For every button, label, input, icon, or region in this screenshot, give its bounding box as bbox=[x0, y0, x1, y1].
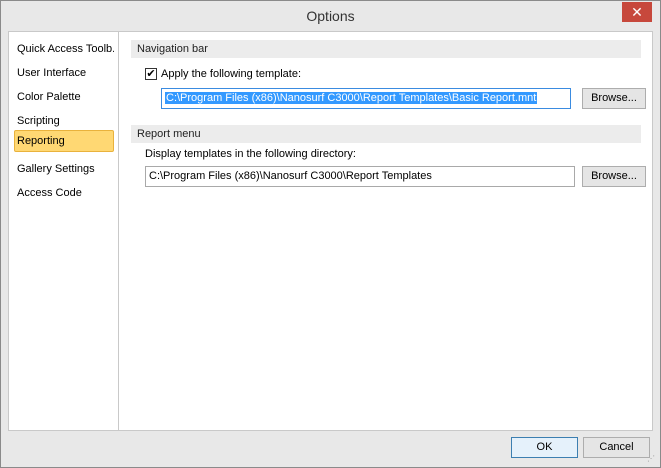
close-button[interactable]: ✕ bbox=[622, 2, 652, 22]
sidebar-item-user-interface[interactable]: User Interface bbox=[14, 62, 114, 84]
sidebar-item-gallery-settings[interactable]: Gallery Settings bbox=[14, 158, 114, 180]
checkmark-icon: ✔ bbox=[146, 68, 156, 80]
options-dialog: Options ✕ Quick Access Toolb... User Int… bbox=[0, 0, 661, 468]
sidebar-item-access-code[interactable]: Access Code bbox=[14, 182, 114, 204]
resize-grip-icon[interactable]: ⋰ bbox=[647, 454, 657, 464]
dialog-footer: OK Cancel ⋰ bbox=[1, 432, 660, 467]
cancel-button[interactable]: Cancel bbox=[583, 437, 650, 458]
template-path-field[interactable]: C:\Program Files (x86)\Nanosurf C3000\Re… bbox=[161, 88, 571, 109]
apply-template-checkbox[interactable]: ✔ bbox=[145, 68, 157, 80]
dialog-body: Quick Access Toolb... User Interface Col… bbox=[8, 31, 653, 431]
reporting-settings-panel: Navigation bar ✔ Apply the following tem… bbox=[121, 32, 652, 430]
sidebar-item-scripting[interactable]: Scripting bbox=[14, 110, 114, 132]
sidebar-item-reporting[interactable]: Reporting bbox=[14, 130, 114, 152]
directory-label: Display templates in the following direc… bbox=[145, 148, 356, 160]
ok-button[interactable]: OK bbox=[511, 437, 578, 458]
templates-directory-field[interactable]: C:\Program Files (x86)\Nanosurf C3000\Re… bbox=[145, 166, 575, 187]
window-title: Options bbox=[306, 8, 355, 24]
sidebar-item-color-palette[interactable]: Color Palette bbox=[14, 86, 114, 108]
report-menu-header: Report menu bbox=[131, 125, 641, 143]
navigation-bar-header: Navigation bar bbox=[131, 40, 641, 58]
report-menu-browse-button[interactable]: Browse... bbox=[582, 166, 646, 187]
options-sidebar: Quick Access Toolb... User Interface Col… bbox=[9, 32, 119, 430]
sidebar-item-quick-access-toolbar[interactable]: Quick Access Toolb... bbox=[14, 38, 114, 60]
title-bar: Options ✕ bbox=[1, 1, 660, 31]
apply-template-label[interactable]: Apply the following template: bbox=[161, 68, 301, 80]
close-icon: ✕ bbox=[631, 4, 643, 20]
navigation-browse-button[interactable]: Browse... bbox=[582, 88, 646, 109]
template-path-value: C:\Program Files (x86)\Nanosurf C3000\Re… bbox=[165, 92, 538, 104]
templates-directory-value: C:\Program Files (x86)\Nanosurf C3000\Re… bbox=[149, 170, 432, 182]
